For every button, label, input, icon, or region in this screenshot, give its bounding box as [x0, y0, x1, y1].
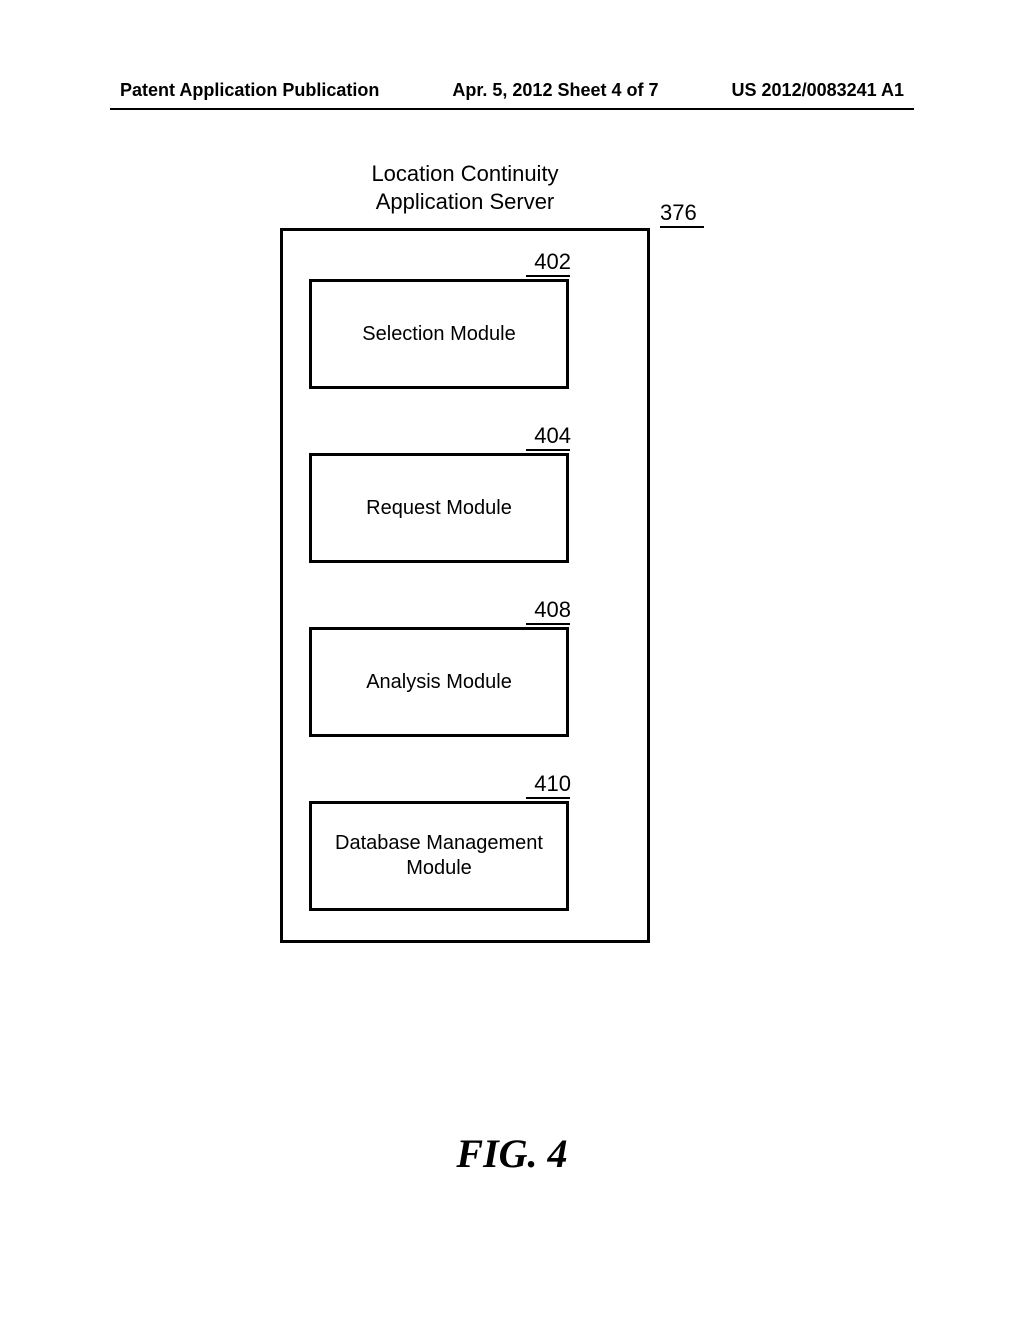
module-ref-1: 402: [511, 249, 571, 275]
module-ref-4: 410: [511, 771, 571, 797]
module-request-label: Request Module: [366, 496, 512, 521]
module-selection-label: Selection Module: [362, 322, 515, 347]
module-ref-underline-1: [526, 275, 570, 277]
header-rule: [110, 108, 914, 110]
module-request: Request Module: [309, 453, 569, 563]
module-analysis: Analysis Module: [309, 627, 569, 737]
module-ref-underline-4: [526, 797, 570, 799]
module-ref-2: 404: [511, 423, 571, 449]
module-selection: Selection Module: [309, 279, 569, 389]
module-analysis-label: Analysis Module: [366, 670, 512, 695]
header-center: Apr. 5, 2012 Sheet 4 of 7: [452, 80, 658, 101]
module-db-management-label: Database Management Module: [322, 831, 556, 881]
module-ref-underline-3: [526, 623, 570, 625]
server-title-line2: Application Server: [376, 189, 555, 214]
server-box: 402 Selection Module 404 Request Module …: [280, 228, 650, 943]
header-right: US 2012/0083241 A1: [732, 80, 904, 101]
module-db-management: Database Management Module: [309, 801, 569, 911]
server-title-line1: Location Continuity: [371, 161, 558, 186]
page-header: Patent Application Publication Apr. 5, 2…: [120, 80, 904, 107]
server-ref-underline: [660, 226, 704, 228]
figure-label: FIG. 4: [0, 1130, 1024, 1177]
module-ref-underline-2: [526, 449, 570, 451]
header-left: Patent Application Publication: [120, 80, 379, 101]
server-title: Location Continuity Application Server: [280, 160, 650, 215]
server-ref-number: 376: [660, 200, 697, 226]
module-ref-3: 408: [511, 597, 571, 623]
